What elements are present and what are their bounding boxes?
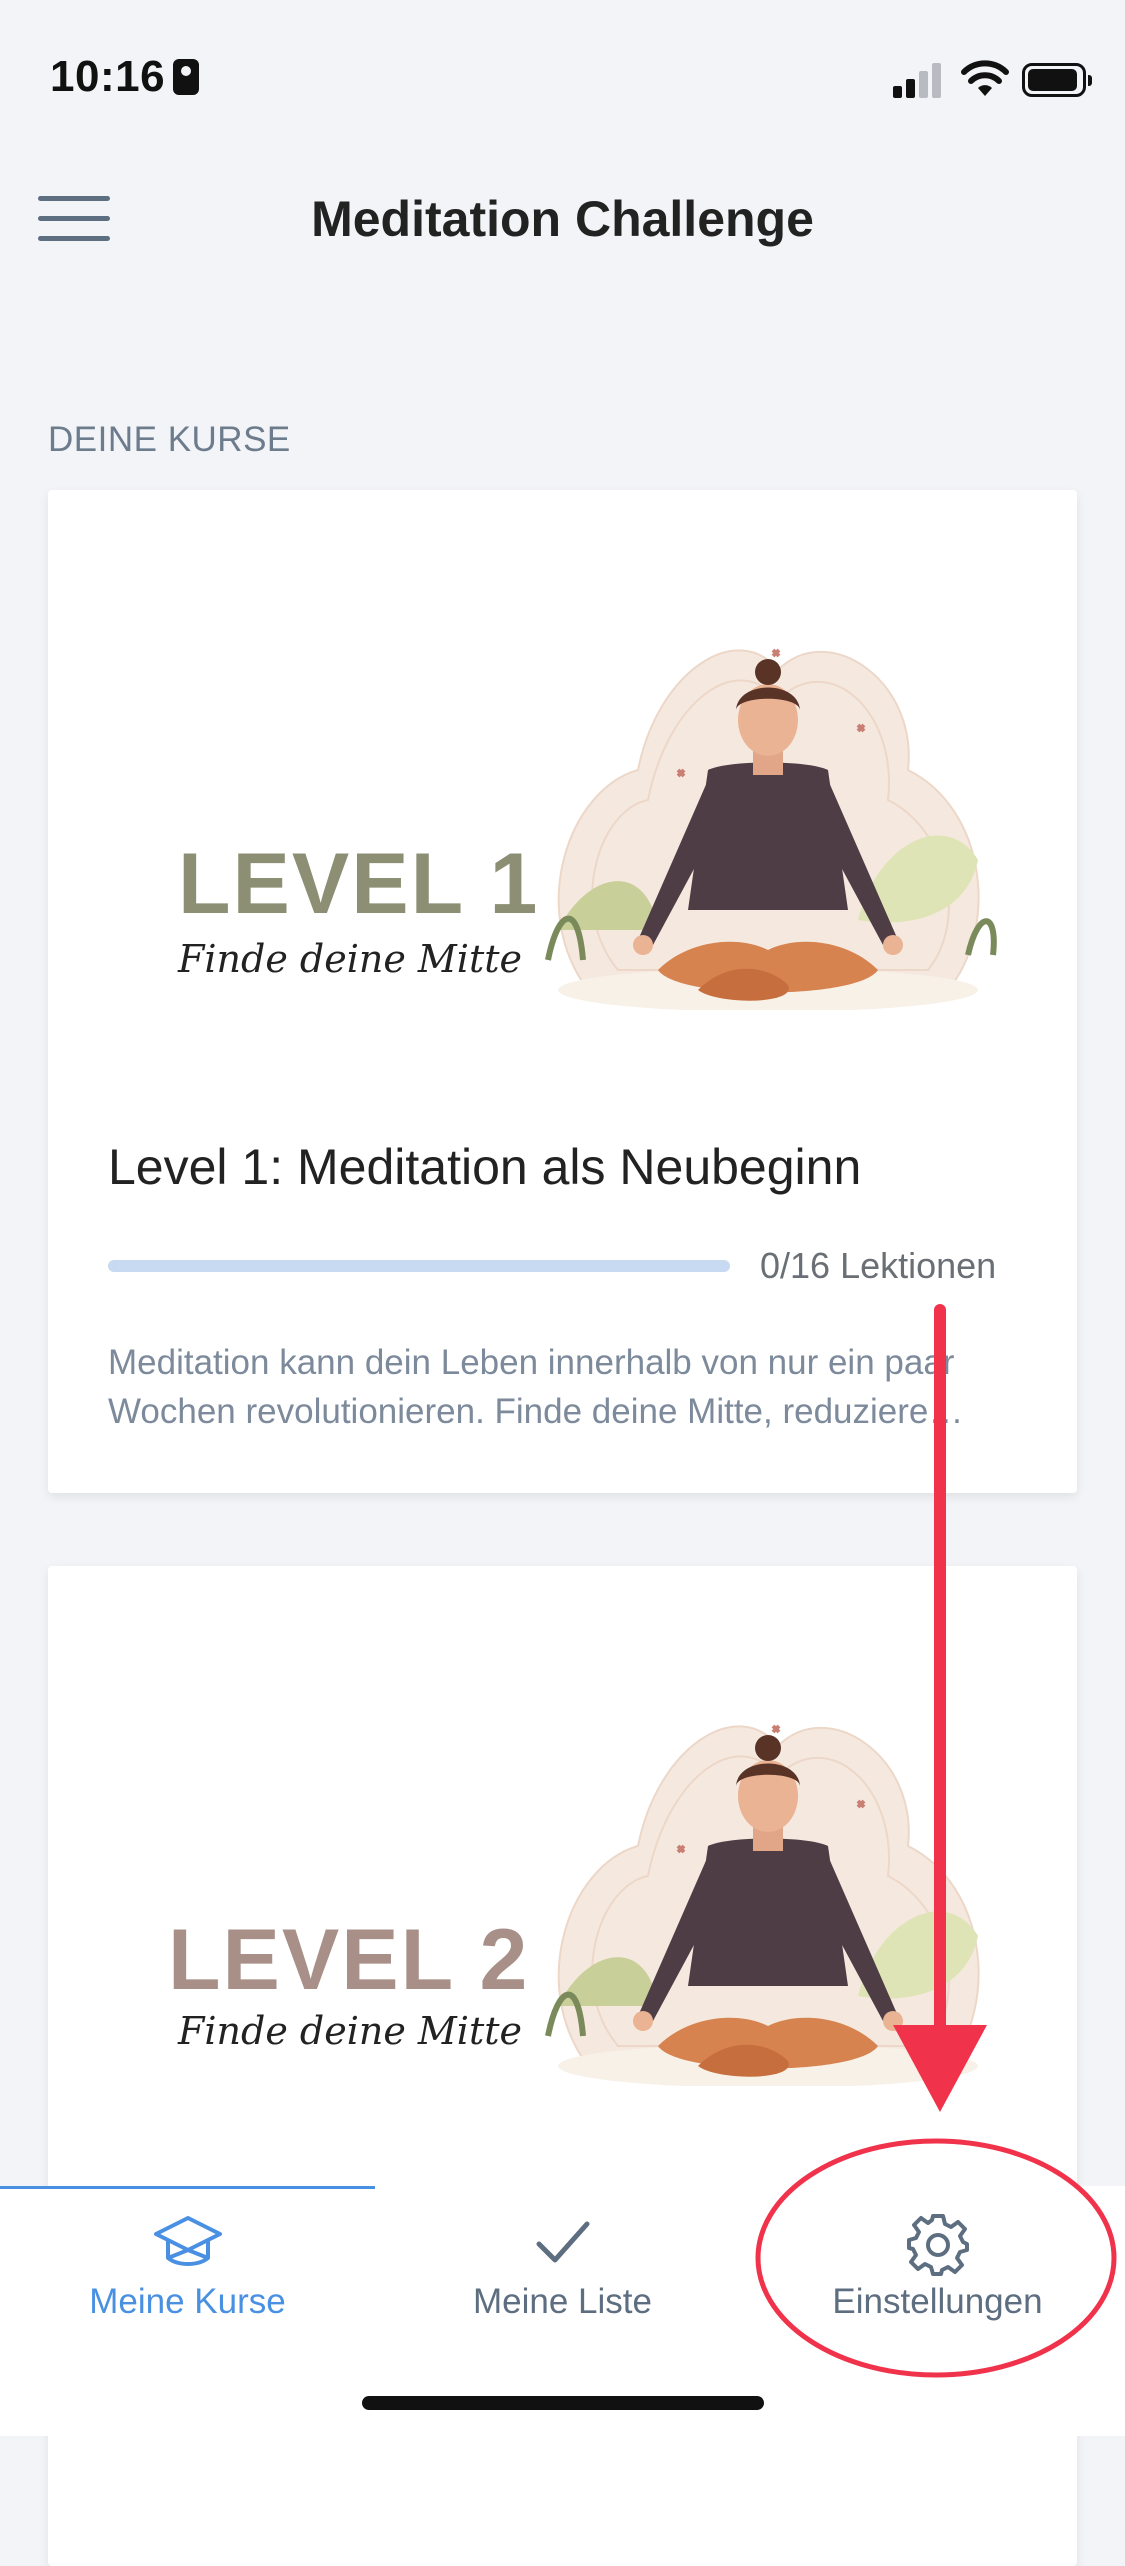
battery-icon xyxy=(1022,63,1092,97)
app-header: Meditation Challenge xyxy=(0,150,1125,290)
course-image: LEVEL 2 Finde deine Mitte xyxy=(48,1566,1077,2146)
tab-label: Einstellungen xyxy=(832,2282,1043,2321)
graduation-cap-icon xyxy=(153,2216,222,2266)
gear-icon xyxy=(906,2214,969,2276)
page-title: Meditation Challenge xyxy=(311,191,814,247)
tab-einstellungen[interactable]: Einstellungen xyxy=(750,2186,1125,2356)
course-title: Level 1: Meditation als Neubeginn xyxy=(108,1139,862,1195)
status-time: 10:16 xyxy=(50,52,200,102)
tab-label: Meine Liste xyxy=(473,2282,652,2321)
checkmark-icon xyxy=(536,2221,589,2263)
course-description: Meditation kann dein Leben innerhalb von… xyxy=(108,1343,964,1431)
meditation-illustration xyxy=(545,648,997,1010)
section-label: DEINE KURSE xyxy=(48,420,291,459)
course-image: LEVEL 1 Finde deine Mitte xyxy=(48,490,1077,1070)
progress-text: 0/16 Lektionen xyxy=(760,1245,997,1286)
course-image-subtitle: Finde deine Mitte xyxy=(178,2009,522,2053)
progress-bar xyxy=(108,1260,730,1272)
tab-meine-liste[interactable]: Meine Liste xyxy=(375,2186,750,2356)
time-text: 10:16 xyxy=(50,52,166,101)
course-image-subtitle: Finde deine Mitte xyxy=(178,937,522,981)
status-bar: 10:16 xyxy=(0,0,1125,150)
tab-label: Meine Kurse xyxy=(89,2282,286,2321)
home-indicator xyxy=(362,2396,764,2410)
contact-badge-icon xyxy=(173,59,200,95)
course-image-level: LEVEL 2 xyxy=(168,1912,530,2008)
signal-icon xyxy=(893,62,943,98)
wifi-icon xyxy=(961,60,1009,96)
course-card[interactable]: LEVEL 1 Finde deine Mitte Level 1: Medit… xyxy=(48,490,1077,1493)
course-image-level: LEVEL 1 xyxy=(178,836,540,932)
meditation-illustration xyxy=(545,1724,980,2086)
tab-meine-kurse[interactable]: Meine Kurse xyxy=(0,2186,375,2356)
